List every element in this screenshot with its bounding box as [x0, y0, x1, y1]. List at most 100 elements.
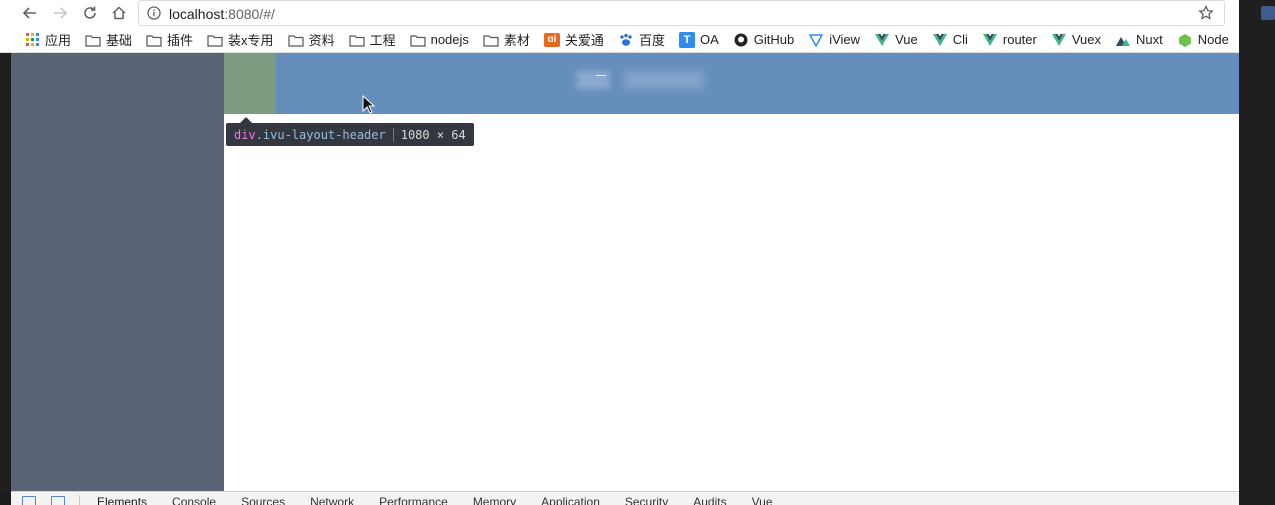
bookmark-label: nodejs	[430, 32, 469, 47]
bookmark-label: 资料	[308, 33, 335, 48]
oa-icon: T	[678, 31, 695, 48]
folder-icon	[146, 33, 162, 47]
apps-grid-icon	[24, 33, 40, 47]
nuxt-icon	[1115, 33, 1131, 47]
bookmark-item[interactable]: Vuex	[1051, 32, 1101, 47]
inspect-element-icon[interactable]	[22, 496, 36, 505]
forward-arrow-icon[interactable]	[49, 2, 71, 24]
browser-chrome: localhost:8080/#/ 应用 基础 插件 装x专用 资料 工程 nodejs 素材…	[0, 0, 1239, 53]
window-edge-left	[0, 53, 11, 491]
mouse-cursor-icon	[362, 95, 376, 114]
bookmark-item[interactable]: ɑi 关爱通	[543, 30, 604, 49]
bookmark-label: Cli	[952, 32, 968, 47]
bookmark-label: 插件	[167, 33, 194, 48]
bookmark-label: Nuxt	[1136, 32, 1163, 47]
bookmark-label: 百度	[638, 33, 665, 48]
tooltip-divider	[392, 127, 394, 142]
github-icon	[733, 33, 749, 47]
bookmark-item[interactable]: router	[982, 32, 1037, 47]
folder-icon	[483, 33, 499, 47]
vue-icon	[1051, 33, 1067, 47]
bookmark-item[interactable]: 应用	[24, 30, 71, 49]
back-arrow-icon[interactable]	[19, 2, 41, 24]
layout-sider	[11, 53, 224, 491]
devtools-panel: Elements Console Sources Network Performance…	[11, 491, 1239, 505]
vue-icon	[932, 33, 948, 47]
bookmark-label: 应用	[45, 33, 72, 48]
folder-icon	[348, 33, 365, 47]
vue-icon	[982, 33, 998, 47]
bookmark-label: router	[1002, 32, 1037, 47]
tooltip-size: 1080 × 64	[400, 127, 466, 142]
url-path: :8080/#/	[224, 6, 275, 22]
devtools-tabs: Elements Console Sources Network Performance…	[97, 495, 798, 505]
folder-icon	[85, 33, 101, 47]
header-blurred-text	[624, 71, 704, 89]
devtools-tab-console[interactable]: Console	[172, 495, 216, 505]
layout-header	[224, 53, 1239, 114]
bookmark-label: 基础	[106, 33, 133, 48]
home-icon[interactable]	[108, 2, 130, 24]
info-icon[interactable]	[147, 6, 161, 20]
bookmark-label: Vue	[895, 32, 918, 47]
tooltip-class: .ivu-layout-header	[255, 127, 386, 142]
baidu-paw-icon	[618, 33, 634, 47]
window-edge	[1239, 0, 1275, 505]
reload-icon[interactable]	[79, 2, 101, 24]
device-toolbar-icon[interactable]	[51, 496, 65, 505]
browser-toolbar: localhost:8080/#/	[0, 0, 1239, 27]
bookmark-item[interactable]: 素材	[483, 30, 530, 49]
folder-icon	[287, 33, 304, 47]
inspect-tooltip: div .ivu-layout-header 1080 × 64	[226, 117, 474, 146]
devtools-tab-sources[interactable]: Sources	[241, 495, 285, 505]
header-blurred-text	[576, 71, 610, 89]
bookmark-label: 素材	[503, 33, 530, 48]
devtools-tab-audits[interactable]: Audits	[693, 495, 726, 505]
header-dash	[596, 75, 606, 76]
tooltip-tag: div	[234, 127, 256, 142]
bookmark-label: 关爱通	[564, 33, 604, 48]
bookmark-item[interactable]: nodejs	[409, 32, 469, 47]
devtools-tab-memory[interactable]: Memory	[473, 495, 516, 505]
bookmark-item[interactable]: 装x专用	[207, 30, 274, 49]
header-padding-highlight	[224, 53, 276, 114]
bookmarks-bar: 应用 基础 插件 装x专用 资料 工程 nodejs 素材 ɑi 关爱通 百度 T OA GitHub iV…	[0, 27, 1239, 53]
devtools-tab-security[interactable]: Security	[625, 495, 668, 505]
bookmark-item[interactable]: Cli	[932, 32, 968, 47]
guanaitong-icon: ɑi	[543, 32, 560, 47]
bookmark-item[interactable]: Vue	[874, 32, 918, 47]
bookmark-item[interactable]: GitHub	[733, 32, 794, 47]
folder-icon	[207, 33, 223, 47]
bookmark-item[interactable]: 工程	[348, 30, 396, 49]
bookmark-label: Node	[1197, 32, 1229, 47]
bookmark-item[interactable]: iView	[808, 32, 860, 47]
vue-icon	[874, 33, 890, 47]
address-bar[interactable]: localhost:8080/#/	[138, 0, 1225, 26]
bookmark-item[interactable]: 基础	[85, 30, 132, 49]
layout-content	[224, 114, 1239, 491]
bookmark-item[interactable]: 百度	[618, 30, 665, 49]
url-text: localhost:8080/#/	[169, 6, 275, 22]
iview-icon	[808, 33, 824, 47]
devtools-tab-vue[interactable]: Vue	[752, 495, 773, 505]
devtools-tab-elements[interactable]: Elements	[97, 495, 147, 505]
devtools-tab-performance[interactable]: Performance	[379, 495, 448, 505]
bookmark-item[interactable]: T OA	[678, 31, 719, 48]
page-viewport	[11, 53, 1239, 491]
bookmark-label: 工程	[369, 33, 396, 48]
folder-icon	[409, 33, 426, 47]
bookmark-label: GitHub	[753, 32, 795, 47]
devtools-tab-application[interactable]: Application	[541, 495, 600, 505]
bookmark-label: iView	[829, 32, 861, 47]
bookmark-item[interactable]: Node	[1177, 32, 1229, 47]
bookmark-item[interactable]: Nuxt	[1115, 32, 1163, 47]
bookmark-label: Vuex	[1071, 32, 1102, 47]
bookmark-item[interactable]: 资料	[287, 30, 335, 49]
devtools-tab-network[interactable]: Network	[310, 495, 354, 505]
bookmark-item[interactable]: 插件	[146, 30, 193, 49]
devtools-divider	[79, 495, 80, 505]
bookmark-label: 装x专用	[228, 33, 274, 48]
bookmark-label: OA	[699, 32, 719, 47]
url-host: localhost	[169, 6, 225, 22]
bookmark-star-icon[interactable]	[1198, 5, 1214, 21]
